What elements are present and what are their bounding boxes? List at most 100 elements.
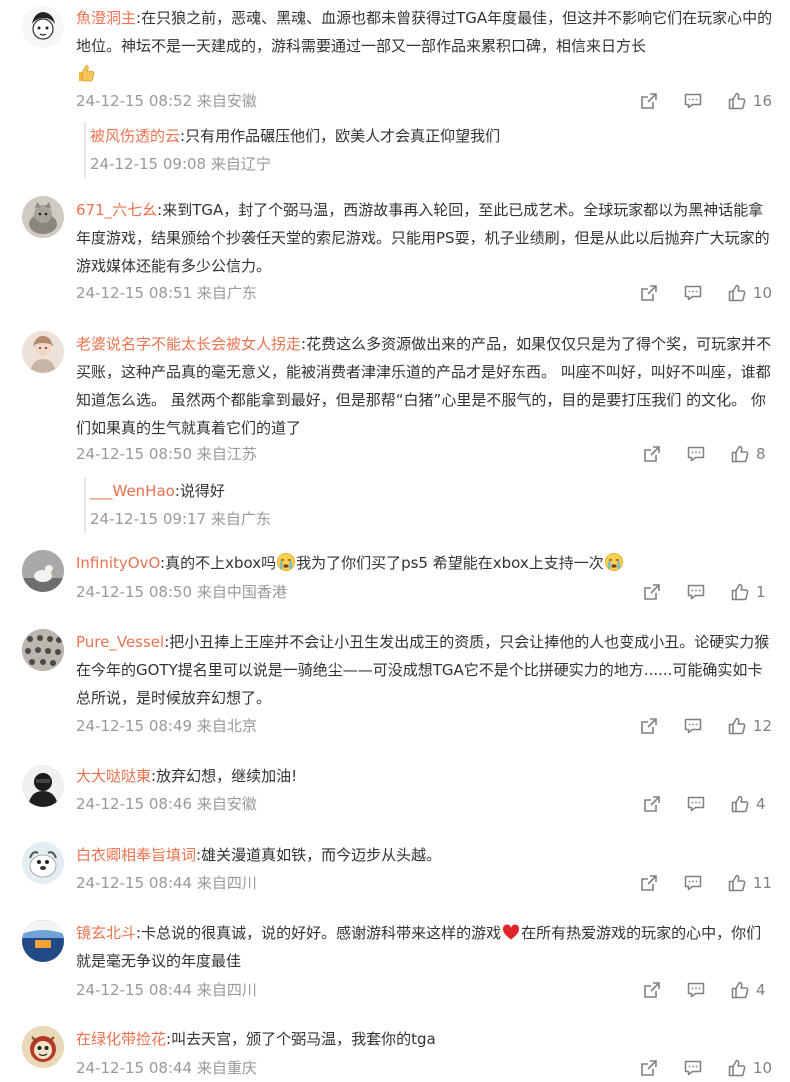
reply-button[interactable] [686, 582, 706, 602]
like-count: 8 [756, 445, 766, 463]
avatar[interactable] [22, 842, 64, 884]
reply-button[interactable] [683, 716, 703, 736]
reply-button[interactable] [686, 444, 706, 464]
like-button[interactable]: 4 [730, 794, 772, 814]
comment-text: 镜玄北斗:卡总说的很真诚，说的好好。感谢游科带来这样的游戏 在所有热爱游戏的玩家的… [76, 919, 776, 975]
share-button[interactable] [642, 794, 662, 814]
share-button[interactable] [642, 980, 662, 1000]
share-icon [642, 582, 662, 602]
like-count: 16 [752, 92, 772, 110]
comment-icon [683, 716, 703, 736]
username-link[interactable]: 魚澄洞主 [76, 9, 136, 27]
like-count: 10 [752, 284, 772, 302]
avatar[interactable] [22, 6, 64, 48]
reply-button[interactable] [686, 980, 706, 1000]
comment-text: Pure_Vessel:把小丑捧上王座并不会让小丑生发出成王的资质，只会让捧他的… [76, 628, 776, 712]
like-button[interactable]: 12 [727, 716, 772, 736]
share-button[interactable] [639, 1058, 659, 1078]
comment-icon [683, 91, 703, 111]
reply-button[interactable] [686, 794, 706, 814]
share-icon [639, 1058, 659, 1078]
comment-actions: 4 [618, 976, 772, 1004]
reply-button[interactable] [683, 91, 703, 111]
comment-actions: 10 [615, 1054, 772, 1082]
reply-button[interactable] [683, 283, 703, 303]
like-button[interactable]: 10 [727, 283, 772, 303]
username-link[interactable]: Pure_Vessel [76, 633, 164, 651]
username-link[interactable]: 在绿化带捡花 [76, 1030, 166, 1048]
comment-content: 我为了你们买了ps5 希望能在xbox上支持一次 [296, 554, 604, 572]
share-icon [639, 716, 659, 736]
comment-icon [683, 873, 703, 893]
reply-item: 被风伤透的云:只有用作品碾压他们，欧美人才会真正仰望我们 24-12-15 09… [84, 122, 500, 178]
comment-content: :雄关漫道真如铁，而今迈步从头越。 [196, 846, 442, 864]
like-icon [727, 716, 747, 736]
comment-actions: 4 [618, 790, 772, 818]
reply-content: :只有用作品碾压他们，欧美人才会真正仰望我们 [180, 127, 501, 145]
like-icon [730, 444, 750, 464]
comment-meta: 24-12-15 08:52 来自安徽 [76, 92, 257, 110]
username-link[interactable]: 白衣卿相奉旨填词 [76, 846, 196, 864]
avatar[interactable] [22, 629, 64, 671]
comment-icon [686, 444, 706, 464]
share-icon [639, 91, 659, 111]
comment-content: :真的不上xbox吗 [160, 554, 277, 572]
comment-actions: 12 [615, 712, 772, 740]
username-link[interactable]: 老婆说名字不能太长会被女人拐走 [76, 335, 301, 353]
comment-actions: 11 [615, 869, 772, 897]
share-button[interactable] [642, 444, 662, 464]
like-icon [727, 91, 747, 111]
like-icon [730, 582, 750, 602]
username-link[interactable]: 镜玄北斗 [76, 924, 136, 942]
share-button[interactable] [639, 873, 659, 893]
comment-icon [686, 582, 706, 602]
reply-button[interactable] [683, 873, 703, 893]
username-link[interactable]: 大大哒哒東 [76, 767, 151, 785]
comment-meta: 24-12-15 08:50 来自中国香港 [76, 583, 287, 601]
like-count: 11 [752, 874, 772, 892]
avatar[interactable] [22, 550, 64, 592]
comment-text: 671_六七幺:来到TGA，封了个弼马温，西游故事再入轮回，至此已成艺术。全球玩… [76, 196, 776, 280]
comment-text: 在绿化带捡花:叫去天宫，颁了个弼马温，我套你的tga [76, 1025, 776, 1053]
avatar[interactable] [22, 196, 64, 238]
crying-face-emoji-icon [604, 552, 624, 572]
like-button[interactable]: 1 [730, 582, 772, 602]
avatar[interactable] [22, 920, 64, 962]
share-button[interactable] [639, 716, 659, 736]
like-count: 1 [756, 583, 766, 601]
comment-icon [683, 283, 703, 303]
reply-meta: 24-12-15 09:17 来自广东 [90, 510, 271, 528]
like-button[interactable]: 8 [730, 444, 772, 464]
comment-content: :在只狼之前，恶魂、黑魂、血源也都未曾获得过TGA年度最佳，但这并不影响它们在玩… [76, 9, 773, 55]
username-link[interactable]: 671_六七幺 [76, 201, 157, 219]
share-icon [642, 444, 662, 464]
reply-button[interactable] [683, 1058, 703, 1078]
like-button[interactable]: 10 [727, 1058, 772, 1078]
like-icon [727, 1058, 747, 1078]
like-count: 4 [756, 795, 766, 813]
comment-icon [683, 1058, 703, 1078]
thumbs-up-emoji-icon [76, 63, 96, 83]
like-button[interactable]: 4 [730, 980, 772, 1000]
avatar[interactable] [22, 331, 64, 373]
username-link[interactable]: 被风伤透的云 [90, 127, 180, 145]
like-button[interactable]: 16 [727, 91, 772, 111]
comment-meta: 24-12-15 08:44 来自四川 [76, 981, 257, 999]
avatar[interactable] [22, 1026, 64, 1068]
like-button[interactable]: 11 [727, 873, 772, 893]
like-icon [727, 873, 747, 893]
comment-icon [686, 794, 706, 814]
avatar[interactable] [22, 765, 64, 807]
share-button[interactable] [642, 582, 662, 602]
comment-text: 老婆说名字不能太长会被女人拐走:花费这么多资源做出来的产品，如果仅仅只是为了得个… [76, 330, 776, 442]
reply-meta: 24-12-15 09:08 来自辽宁 [90, 155, 271, 173]
comment-icon [686, 980, 706, 1000]
share-button[interactable] [639, 91, 659, 111]
comment-content: :叫去天宫，颁了个弼马温，我套你的tga [166, 1030, 436, 1048]
share-button[interactable] [639, 283, 659, 303]
username-link[interactable]: ___WenHao [90, 482, 175, 500]
like-icon [730, 980, 750, 1000]
username-link[interactable]: InfinityOvO [76, 554, 160, 572]
reply-item: ___WenHao:说得好 24-12-15 09:17 来自广东 [84, 477, 271, 533]
comment-text: 魚澄洞主:在只狼之前，恶魂、黑魂、血源也都未曾获得过TGA年度最佳，但这并不影响… [76, 4, 776, 88]
